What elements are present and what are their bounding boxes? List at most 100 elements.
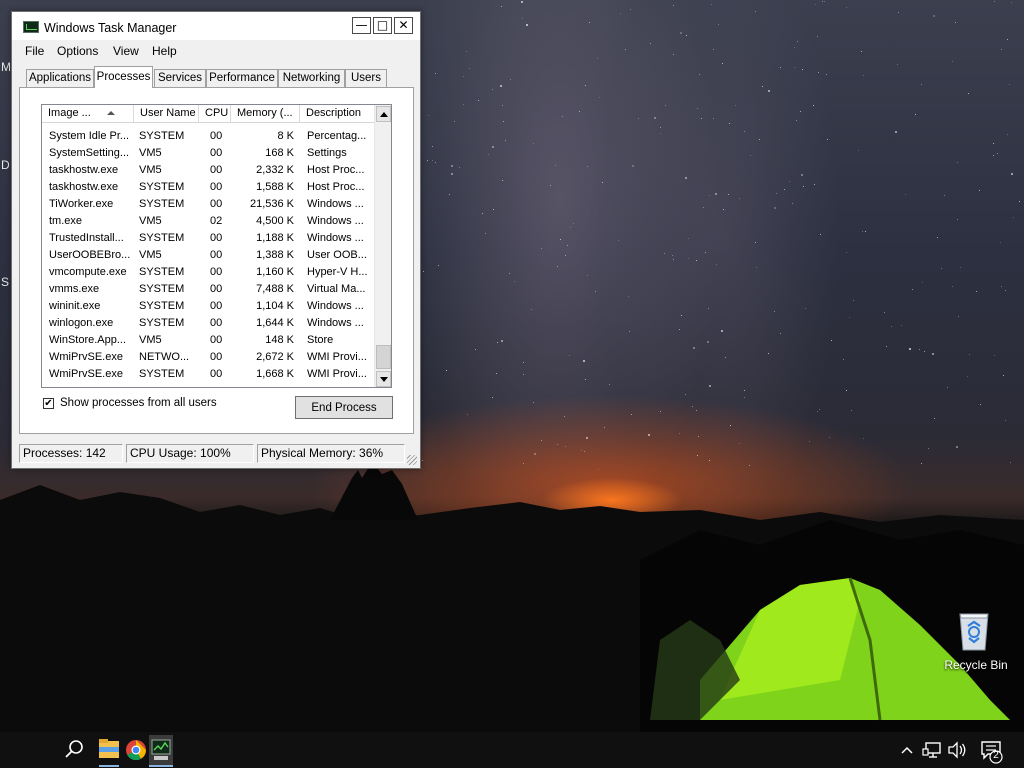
column-label: Image ... [48, 107, 91, 119]
cell-description: Host Proc... [307, 181, 365, 193]
column-header-memory[interactable]: Memory (... [231, 105, 300, 122]
process-row[interactable]: WmiPrvSE.exe SYSTEM 00 1,668 K WMI Provi... [42, 366, 375, 383]
cell-user-name: VM5 [139, 334, 162, 346]
tab-applications[interactable]: Applications [26, 69, 94, 87]
process-list[interactable]: Image ... User Name CPU Memory (... Desc… [41, 104, 392, 388]
process-row[interactable]: taskhostw.exe VM5 00 2,332 K Host Proc... [42, 162, 375, 179]
cell-memory: 1,104 K [256, 300, 294, 312]
file-explorer-icon[interactable] [96, 732, 122, 768]
cell-description: Percentag... [307, 130, 367, 142]
process-row[interactable]: System Idle Pr... SYSTEM 00 8 K Percentag... [42, 128, 375, 145]
column-header-user-name[interactable]: User Name [134, 105, 199, 122]
network-icon[interactable] [920, 732, 944, 768]
cell-cpu: 00 [210, 334, 223, 346]
task-manager-icon [23, 21, 39, 33]
resize-grip-icon[interactable] [407, 455, 417, 465]
tab-processes[interactable]: Processes [94, 66, 153, 88]
cell-image-name: SystemSetting... [49, 147, 130, 159]
cell-image-name: taskhostw.exe [49, 181, 119, 193]
cell-cpu: 00 [210, 198, 223, 210]
column-header-image-name[interactable]: Image ... [42, 105, 134, 122]
cell-description: Store [307, 334, 334, 346]
cell-description: Host Proc... [307, 164, 365, 176]
cell-image-name: TiWorker.exe [49, 198, 114, 210]
chrome-icon[interactable] [123, 732, 149, 768]
cell-cpu: 00 [210, 368, 223, 380]
process-row[interactable]: wininit.exe SYSTEM 00 1,104 K Windows ... [42, 298, 375, 315]
maximize-button[interactable]: □ [373, 17, 392, 34]
cell-image-name: tm.exe [49, 215, 83, 227]
desktop-icon-label-partial[interactable]: D [1, 158, 10, 172]
column-header-cpu[interactable]: CPU [199, 105, 231, 122]
cell-memory: 2,672 K [256, 351, 294, 363]
window-title: Windows Task Manager [44, 21, 177, 35]
volume-icon[interactable] [945, 732, 969, 768]
cell-cpu: 00 [210, 351, 223, 363]
scroll-down-button[interactable] [376, 371, 391, 387]
menu-view[interactable]: View [113, 44, 139, 58]
scroll-thumb[interactable] [376, 345, 391, 369]
column-header-description[interactable]: Description [300, 105, 375, 122]
tab-performance[interactable]: Performance [206, 69, 278, 87]
chevron-up-icon[interactable] [898, 732, 916, 768]
show-all-users-label[interactable]: Show processes from all users [60, 397, 217, 409]
cell-image-name: TrustedInstall... [49, 232, 124, 244]
show-all-users-checkbox[interactable]: ✔ [43, 398, 54, 409]
triangle-down-icon [380, 377, 388, 382]
menu-help[interactable]: Help [152, 44, 177, 58]
cell-cpu: 00 [210, 164, 223, 176]
status-physical-memory: Physical Memory: 36% [257, 444, 405, 463]
process-row[interactable]: winlogon.exe SYSTEM 00 1,644 K Windows ... [42, 315, 375, 332]
process-row[interactable]: TiWorker.exe SYSTEM 00 21,536 K Windows ... [42, 196, 375, 213]
process-row[interactable]: WmiPrvSE.exe NETWO... 00 2,672 K WMI Provi..… [42, 349, 375, 366]
title-bar[interactable]: Windows Task Manager — □ ✕ [12, 12, 420, 40]
cell-memory: 168 K [265, 147, 294, 159]
cell-image-name: taskhostw.exe [49, 164, 119, 176]
process-row[interactable]: UserOOBEBro... VM5 00 1,388 K User OOB... [42, 247, 375, 264]
recycle-bin-shortcut[interactable]: Recycle Bin [940, 608, 1012, 678]
cell-image-name: System Idle Pr... [49, 130, 130, 142]
tab-networking[interactable]: Networking [278, 69, 345, 87]
search-icon[interactable] [60, 732, 88, 768]
process-row[interactable]: taskhostw.exe SYSTEM 00 1,588 K Host Proc... [42, 179, 375, 196]
cell-user-name: SYSTEM [139, 232, 185, 244]
menu-options[interactable]: Options [57, 44, 98, 58]
cell-memory: 1,668 K [256, 368, 294, 380]
menu-file[interactable]: File [25, 44, 44, 58]
process-row[interactable]: vmms.exe SYSTEM 00 7,488 K Virtual Ma... [42, 281, 375, 298]
end-process-button[interactable]: End Process [295, 396, 393, 419]
action-center-button[interactable]: 2 [976, 732, 1008, 768]
task-manager-icon[interactable] [148, 732, 174, 768]
cell-description: WMI Provi... [307, 351, 367, 363]
process-row[interactable]: WinStore.App... VM5 00 148 K Store [42, 332, 375, 349]
menu-bar: File Options View Help [12, 41, 420, 63]
close-button[interactable]: ✕ [394, 17, 413, 34]
process-row[interactable]: vmcompute.exe SYSTEM 00 1,160 K Hyper-V H... [42, 264, 375, 281]
task-manager-window[interactable]: Windows Task Manager — □ ✕ File Options … [11, 11, 421, 469]
vertical-scrollbar[interactable] [374, 105, 391, 387]
list-header: Image ... User Name CPU Memory (... Desc… [42, 105, 375, 123]
cell-description: Hyper-V H... [307, 266, 368, 278]
cell-image-name: WmiPrvSE.exe [49, 368, 123, 380]
process-row[interactable]: SystemSetting... VM5 00 168 K Settings [42, 145, 375, 162]
status-bar: Processes: 142 CPU Usage: 100% Physical … [12, 441, 420, 468]
cell-user-name: VM5 [139, 164, 162, 176]
desktop-icon-label-partial[interactable]: S [1, 275, 9, 289]
cell-memory: 21,536 K [249, 198, 294, 210]
tab-services[interactable]: Services [154, 69, 206, 87]
process-row[interactable]: tm.exe VM5 02 4,500 K Windows ... [42, 213, 375, 230]
cell-cpu: 00 [210, 181, 223, 193]
process-row[interactable]: TrustedInstall... SYSTEM 00 1,188 K Windows … [42, 230, 375, 247]
desktop-icon-label-partial[interactable]: M [1, 60, 11, 74]
cell-user-name: NETWO... [139, 351, 190, 363]
minimize-button[interactable]: — [352, 17, 371, 34]
tab-users[interactable]: Users [345, 69, 387, 87]
cell-image-name: UserOOBEBro... [49, 249, 131, 261]
taskbar: 2 [0, 732, 1024, 768]
cell-image-name: WinStore.App... [49, 334, 127, 346]
status-processes: Processes: 142 [19, 444, 123, 463]
cell-description: Windows ... [307, 300, 364, 312]
scroll-up-button[interactable] [376, 106, 391, 122]
sort-ascending-icon [107, 111, 115, 115]
cell-cpu: 00 [210, 266, 223, 278]
